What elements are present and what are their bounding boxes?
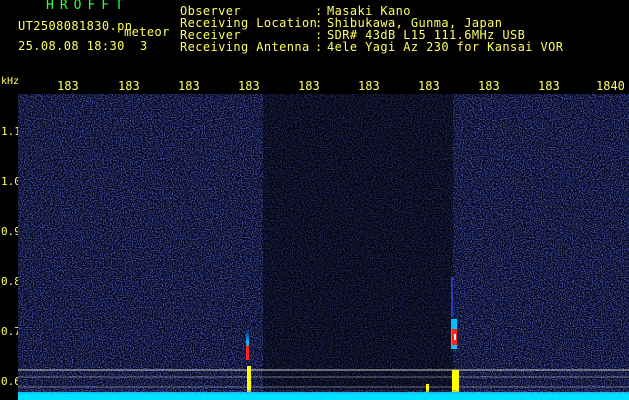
time-label: 1840: [596, 79, 625, 93]
spectrogram-plot: [18, 94, 629, 400]
date-time: 25.08.08 18:30: [18, 39, 125, 53]
header-panel: HROFFT UT2508081830.pn meteor 25.08.08 1…: [0, 0, 629, 78]
antenna-colon: :: [315, 40, 323, 54]
quiet-band: [263, 94, 453, 400]
meteor-count: 3: [140, 39, 148, 53]
time-label: 183: [358, 79, 380, 93]
time-axis: 183 183 183 183 183 183 183 183 183 1840: [0, 78, 629, 94]
time-label: 183: [118, 79, 140, 93]
time-label: 183: [478, 79, 500, 93]
antenna-label: Receiving Antenna: [180, 40, 310, 54]
time-label: 183: [538, 79, 560, 93]
app-title: HROFFT: [46, 0, 129, 13]
meteor-tag: meteor: [124, 25, 170, 39]
time-label: 183: [418, 79, 440, 93]
baseline-strip-noise: [18, 390, 629, 394]
time-label: 183: [238, 79, 260, 93]
file-name: UT2508081830.pn: [18, 19, 133, 33]
time-label: 183: [57, 79, 79, 93]
antenna-value: 4ele Yagi Az 230 for Kansai VOR: [327, 40, 564, 54]
time-label: 183: [178, 79, 200, 93]
time-label: 183: [298, 79, 320, 93]
